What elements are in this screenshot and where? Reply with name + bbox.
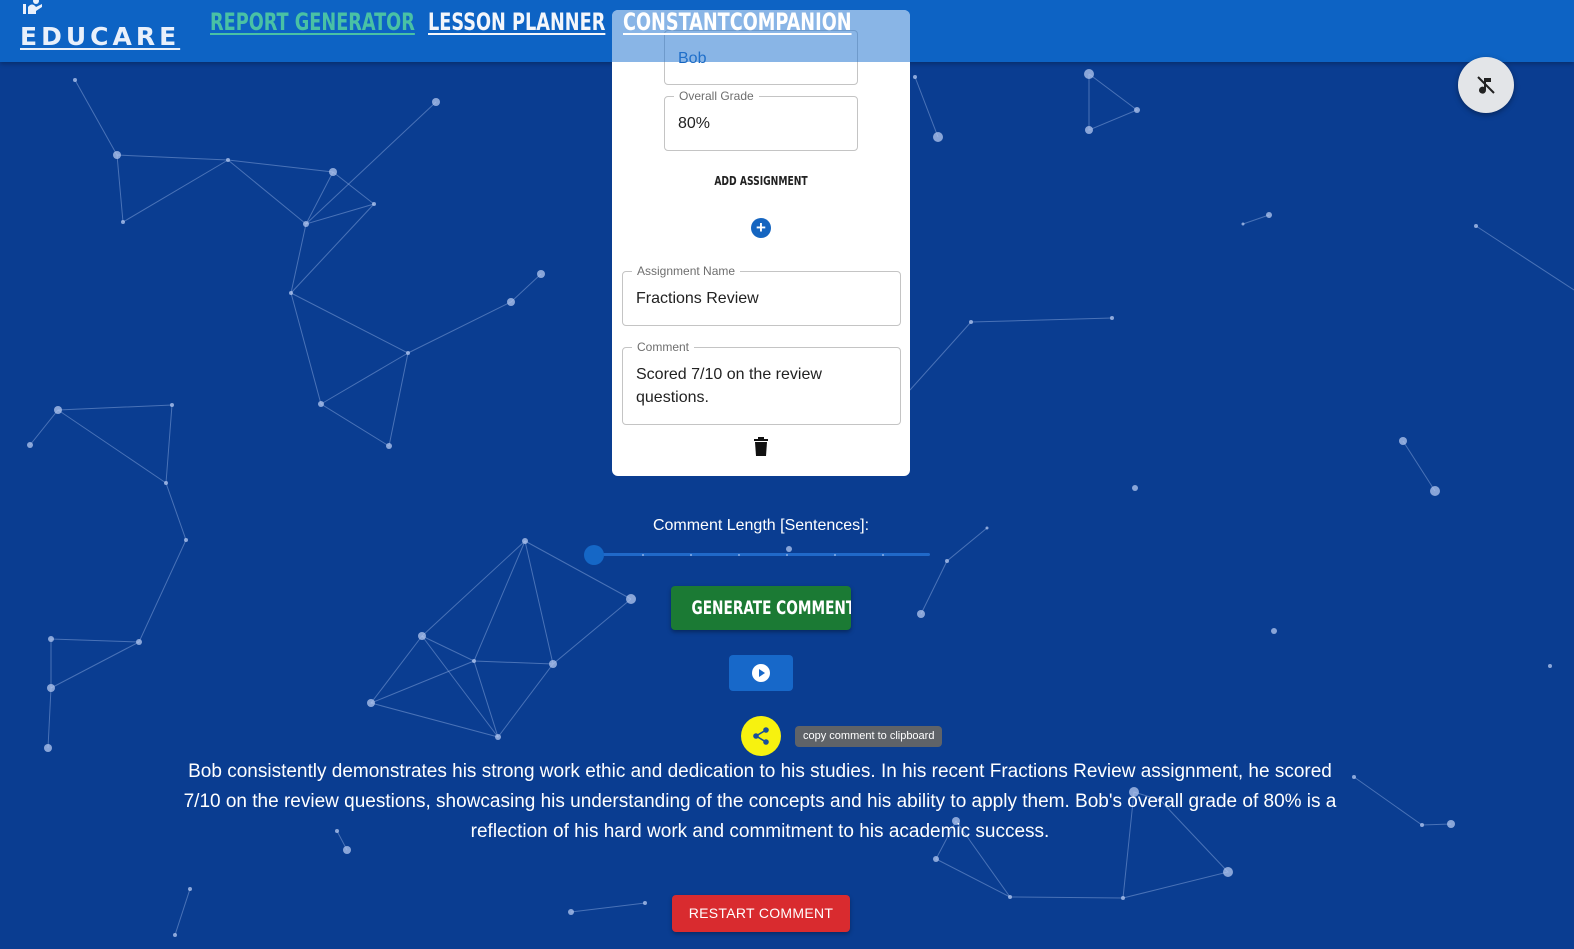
nav-lesson-planner[interactable]: LESSON PLANNER [428,8,605,36]
comment-length-slider[interactable] [584,544,930,565]
play-icon [752,664,770,682]
generate-comment-label: GENERATE COMMENT [691,597,851,619]
nav-constantcompanion[interactable]: CONSTANTCOMPANION [623,8,852,36]
music-toggle-button[interactable] [1458,57,1514,113]
copy-tooltip: copy comment to clipboard [795,726,943,747]
nav-report-generator[interactable]: REPORT GENERATOR [210,8,415,36]
comment-length-label: Comment Length [Sentences]: [652,517,870,534]
generate-comment-button[interactable]: GENERATE COMMENT [671,586,851,630]
music-off-icon [1477,76,1495,94]
educare-logo[interactable]: EDUCARE [20,0,176,56]
add-assignment-label: ADD ASSIGNMENT [714,174,808,188]
student-form-card: Bob Overall Grade 80% Assignment Name Fr… [612,10,910,476]
play-button[interactable] [729,655,793,691]
comment-label: Comment [632,340,695,354]
logo-icon [23,0,42,14]
comment-value: Scored 7/10 on the review questions. [636,366,822,406]
slider-tick [882,553,884,556]
overall-grade-field[interactable]: Overall Grade 80% [664,89,858,151]
overall-grade-label: Overall Grade [674,89,759,103]
restart-comment-button[interactable]: RESTART COMMENT [672,895,850,932]
plus-icon[interactable]: + [751,218,771,238]
trash-icon[interactable] [753,437,769,456]
assignment-name-field[interactable]: Assignment Name Fractions Review [622,264,901,326]
logo-text: EDUCARE [20,22,181,51]
copy-to-clipboard-button[interactable] [741,716,781,756]
slider-tick [786,553,788,556]
slider-tick [642,553,644,556]
generated-comment-text: Bob consistently demonstrates his strong… [183,761,1337,842]
slider-tick [738,553,740,556]
slider-tick [834,553,836,556]
slider-tick [690,553,692,556]
slider-thumb[interactable] [584,544,604,565]
assignment-name-label: Assignment Name [632,264,741,278]
assignment-name-value: Fractions Review [636,290,759,307]
comment-field[interactable]: Comment Scored 7/10 on the review questi… [622,340,901,425]
overall-grade-value: 80% [678,115,711,132]
slider-track [594,553,930,556]
share-icon [753,727,769,745]
